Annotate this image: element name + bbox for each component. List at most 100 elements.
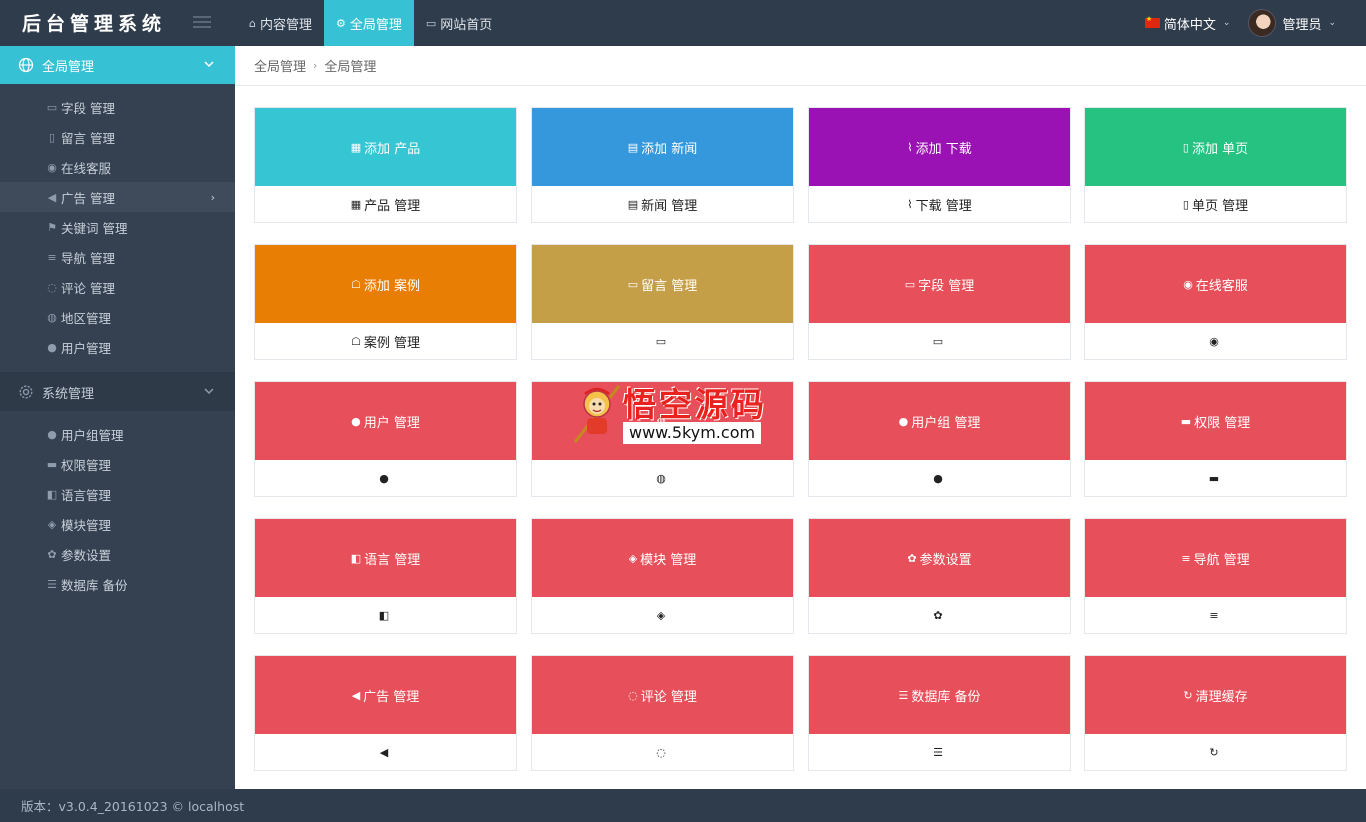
dashboard-card[interactable]: ▭ 留言 管理 ▭ (531, 244, 794, 360)
card-footer[interactable]: ✿ (809, 597, 1070, 634)
dashboard-card[interactable]: ≡ 导航 管理 ≡ (1084, 518, 1347, 634)
card-tile-label: 添加 新闻 (641, 141, 698, 157)
card-tile[interactable]: ▬ 权限 管理 (1085, 382, 1346, 460)
card-footer[interactable]: ▦ 产品 管理 (255, 186, 516, 223)
language-icon: ◧ (350, 551, 362, 565)
card-footer[interactable]: ↻ (1085, 734, 1346, 771)
user-dropdown[interactable]: 管理员 ⌄ (1248, 9, 1336, 37)
dashboard-card[interactable]: ⌇ 添加 下载 ⌇ 下载 管理 (808, 107, 1071, 223)
card-footer[interactable]: ◉ (1085, 323, 1346, 360)
card-footer[interactable]: ◌ (532, 734, 793, 771)
sidebar-item-permissions[interactable]: ▬ 权限管理 (0, 449, 235, 479)
dashboard-card[interactable]: ▦ 添加 产品 ▦ 产品 管理 (254, 107, 517, 223)
sidebar-item-navigation[interactable]: ≡ 导航 管理 (0, 242, 235, 272)
sidebar-item-label: 权限管理 (61, 457, 112, 473)
breadcrumb-item[interactable]: 全局管理 (254, 56, 306, 75)
card-tile[interactable]: ⌇ 添加 下载 (809, 108, 1070, 186)
card-tile[interactable]: ▤ 添加 新闻 (532, 108, 793, 186)
card-footer[interactable]: ▬ (1085, 460, 1346, 497)
card-footer[interactable]: ▤ 新闻 管理 (532, 186, 793, 223)
sidebar-toggle-icon[interactable] (193, 16, 211, 30)
sidebar-item-languages[interactable]: ◧ 语言管理 (0, 479, 235, 509)
card-footer[interactable]: ◀ (255, 734, 516, 771)
sidebar-item-user-groups[interactable]: ● 用户组管理 (0, 419, 235, 449)
card-tile[interactable]: ● 用户 管理 (255, 382, 516, 460)
sidebar-item-label: 参数设置 (61, 547, 112, 563)
card-tile[interactable]: ▭ 字段 管理 (809, 245, 1070, 323)
dashboard-card[interactable]: ▯ 添加 单页 ▯ 单页 管理 (1084, 107, 1347, 223)
sidebar-item-settings[interactable]: ✿ 参数设置 (0, 539, 235, 569)
dashboard-card[interactable]: ☰ 数据库 备份 ☰ (808, 655, 1071, 771)
card-tile-label: 留言 管理 (641, 278, 698, 294)
card-tile[interactable]: ☰ 数据库 备份 (809, 656, 1070, 734)
dashboard-card[interactable]: ● 用户组 管理 ● (808, 381, 1071, 497)
sidebar-item-users[interactable]: ● 用户管理 (0, 332, 235, 362)
sidebar-item-comments[interactable]: ◌ 评论 管理 (0, 272, 235, 302)
card-tile[interactable]: ● 用户组 管理 (809, 382, 1070, 460)
dashboard-card[interactable]: ☖ 添加 案例 ☖ 案例 管理 (254, 244, 517, 360)
card-tile[interactable]: ☖ 添加 案例 (255, 245, 516, 323)
dashboard-card[interactable]: ◉ 在线客服 ◉ (1084, 244, 1347, 360)
card-footer[interactable]: ● (809, 460, 1070, 497)
card-tile[interactable]: ↻ 清理缓存 (1085, 656, 1346, 734)
card-footer[interactable]: ☖ 案例 管理 (255, 323, 516, 360)
topnav-global-management[interactable]: ⚙ 全局管理 (324, 0, 414, 53)
dashboard-card[interactable]: ▭ 字段 管理 ▭ (808, 244, 1071, 360)
dashboard-card[interactable]: ▤ 添加 新闻 ▤ 新闻 管理 (531, 107, 794, 223)
language-icon: ◧ (378, 609, 390, 622)
sidebar-item-modules[interactable]: ◈ 模块管理 (0, 509, 235, 539)
sidebar-section-global[interactable]: 全局管理 (0, 46, 243, 84)
sidebar-item-fields[interactable]: ▭ 字段 管理 (0, 92, 235, 122)
tablet-icon: ▯ (48, 130, 56, 144)
sidebar-item-ads[interactable]: ◀ 广告 管理 › (0, 182, 235, 212)
sidebar-item-label: 导航 管理 (61, 250, 115, 266)
sidebar-section-system[interactable]: 系统管理 (0, 373, 235, 411)
card-tile[interactable]: ▭ 留言 管理 (532, 245, 793, 323)
dashboard-card[interactable]: ● 用户 管理 ● (254, 381, 517, 497)
topnav-content-management[interactable]: ⌂ 内容管理 (237, 0, 324, 46)
footer: 版本：v3.0.4_20161023 © localhost (0, 789, 1366, 822)
sidebar-item-regions[interactable]: ◍ 地区管理 (0, 302, 235, 332)
card-tile[interactable]: ▯ 添加 单页 (1085, 108, 1346, 186)
card-tile[interactable]: ◧ 语言 管理 (255, 519, 516, 597)
topnav-label: 内容管理 (259, 17, 312, 33)
card-footer[interactable]: ▭ (532, 323, 793, 360)
topnav-website-home[interactable]: ▭ 网站首页 (414, 0, 504, 46)
sidebar-item-label: 字段 管理 (61, 100, 115, 116)
language-dropdown[interactable]: 简体中文 ⌄ (1144, 14, 1230, 33)
dashboard-card[interactable]: ◌ 评论 管理 ◌ (531, 655, 794, 771)
card-tile[interactable]: ◀ 广告 管理 (255, 656, 516, 734)
dashboard-card[interactable]: ◀ 广告 管理 ◀ (254, 655, 517, 771)
card-footer[interactable]: ● (255, 460, 516, 497)
list-alt-icon: ▭ (46, 100, 58, 114)
sidebar-item-database-backup[interactable]: ☰ 数据库 备份 (0, 569, 235, 599)
card-footer[interactable]: ◧ (255, 597, 516, 634)
dashboard-card[interactable]: ◧ 语言 管理 ◧ (254, 518, 517, 634)
card-footer[interactable]: ▭ (809, 323, 1070, 360)
chevron-right-icon: › (210, 190, 215, 204)
card-tile[interactable]: ✿ 参数设置 (809, 519, 1070, 597)
card-footer[interactable]: ⌇ 下载 管理 (809, 186, 1070, 223)
sidebar-item-online-service[interactable]: ◉ 在线客服 (0, 152, 235, 182)
card-tile[interactable]: ◉ 在线客服 (1085, 245, 1346, 323)
card-footer[interactable]: ◈ (532, 597, 793, 634)
watermark-title: 悟空源码 (623, 385, 767, 424)
sidebar-item-messages[interactable]: ▯ 留言 管理 (0, 122, 235, 152)
sidebar-section-label: 全局管理 (42, 59, 95, 75)
dashboard-card[interactable]: ◈ 模块 管理 ◈ (531, 518, 794, 634)
card-footer[interactable]: ▯ 单页 管理 (1085, 186, 1346, 223)
sidebar-item-label: 模块管理 (61, 517, 112, 533)
dashboard-card[interactable]: ↻ 清理缓存 ↻ (1084, 655, 1347, 771)
dashboard-card[interactable]: ▬ 权限 管理 ▬ (1084, 381, 1347, 497)
card-footer[interactable]: ≡ (1085, 597, 1346, 634)
sidebar-item-keywords[interactable]: ⚑ 关键词 管理 (0, 212, 235, 242)
card-footer[interactable]: ◍ (532, 460, 793, 497)
card-footer[interactable]: ☰ (809, 734, 1070, 771)
bullhorn-icon: ◀ (379, 746, 389, 759)
card-tile[interactable]: ◌ 评论 管理 (532, 656, 793, 734)
dashboard-card[interactable]: ✿ 参数设置 ✿ (808, 518, 1071, 634)
card-tile[interactable]: ▦ 添加 产品 (255, 108, 516, 186)
card-tile[interactable]: ≡ 导航 管理 (1085, 519, 1346, 597)
card-tile[interactable]: ◈ 模块 管理 (532, 519, 793, 597)
comment-icon: ◌ (656, 746, 666, 759)
